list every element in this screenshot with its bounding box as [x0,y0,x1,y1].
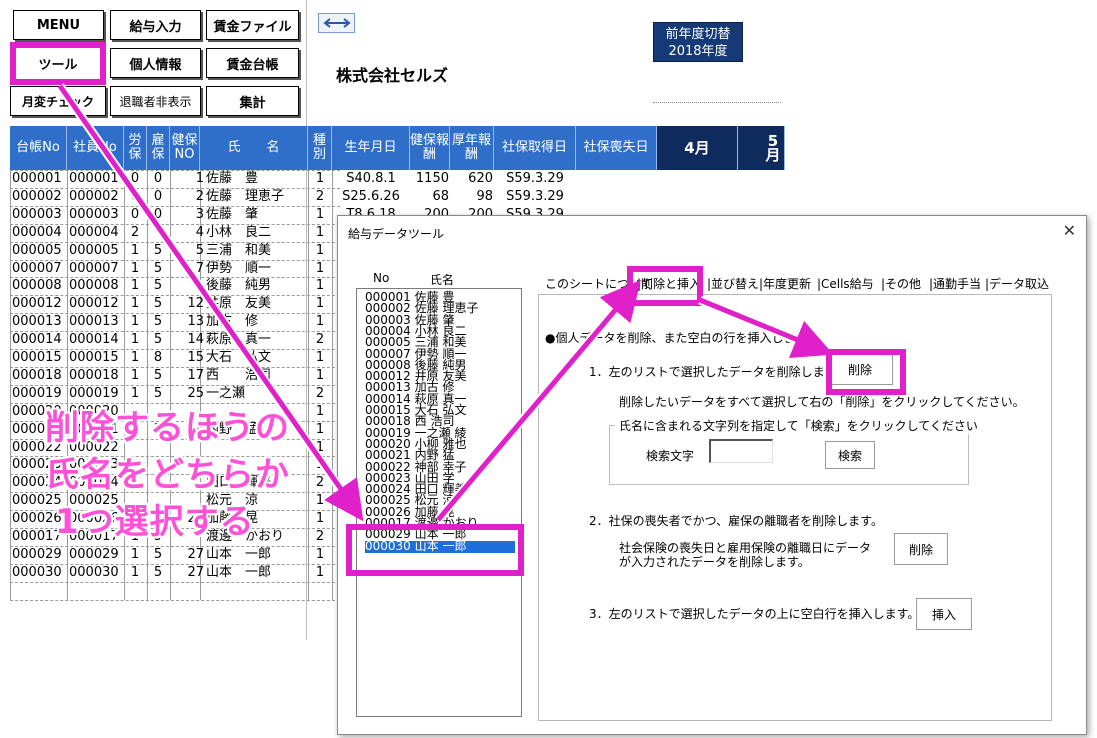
annotation-line1: 削除するほうの [45,408,290,448]
annotation-line2: 氏名をどちらか [45,455,290,495]
annotation-arrows [56,83,834,523]
annotation-line3: 1つ選択する [55,502,255,542]
